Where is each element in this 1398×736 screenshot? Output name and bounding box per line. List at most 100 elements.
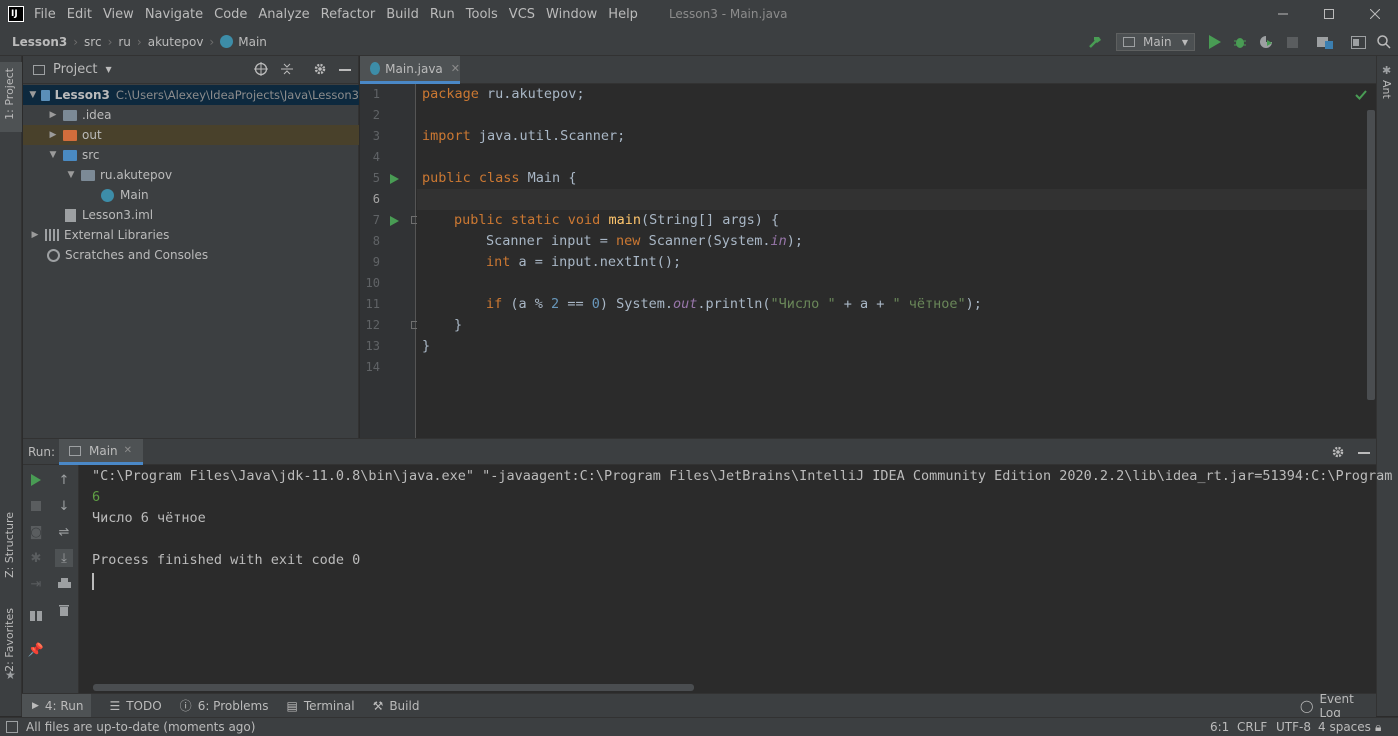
hide-panel-button[interactable] xyxy=(339,69,351,71)
stop-button[interactable] xyxy=(1285,33,1299,51)
tree-item-label: .idea xyxy=(82,108,112,122)
file-encoding[interactable]: UTF-8 xyxy=(1276,720,1311,734)
build-hammer-button[interactable] xyxy=(1087,33,1103,51)
maximize-button[interactable] xyxy=(1306,0,1352,28)
tree-item-out[interactable]: ▶ out xyxy=(23,125,359,145)
code-editor[interactable]: package ru.akutepov; import java.util.Sc… xyxy=(417,84,1375,438)
debug-button[interactable] xyxy=(1232,33,1248,51)
breadcrumb-separator-icon: › xyxy=(136,34,142,49)
run-settings-button[interactable] xyxy=(1331,445,1345,462)
editor-tab-main-java[interactable]: Main.java ✕ xyxy=(360,56,460,84)
debug-icon[interactable]: ✱ xyxy=(27,549,45,567)
run-main-gutter-button[interactable] xyxy=(390,215,399,229)
close-tab-icon[interactable]: ✕ xyxy=(124,445,132,456)
menu-vcs[interactable]: VCS xyxy=(509,7,535,22)
menu-code[interactable]: Code xyxy=(214,7,247,22)
breadcrumb-src[interactable]: src xyxy=(84,35,102,49)
tool-tab-terminal[interactable]: ▤ Terminal xyxy=(287,699,355,713)
menu-refactor[interactable]: Refactor xyxy=(321,7,376,22)
project-tool-tab[interactable]: 1: Project xyxy=(0,62,22,132)
breadcrumb-akutepov[interactable]: akutepov xyxy=(148,35,204,49)
search-icon xyxy=(1377,35,1391,49)
exit-icon[interactable]: ⇥ xyxy=(27,575,45,593)
tool-tab-label: 6: Problems xyxy=(197,698,269,713)
menu-view[interactable]: View xyxy=(103,7,134,22)
close-window-button[interactable] xyxy=(1352,0,1398,28)
run-button[interactable] xyxy=(1207,33,1223,51)
tree-item-main[interactable]: Main xyxy=(23,185,359,205)
structure-tool-tab[interactable]: Z: Structure xyxy=(3,512,16,578)
menu-edit[interactable]: Edit xyxy=(67,7,92,22)
tree-item-scratches[interactable]: Scratches and Consoles xyxy=(23,245,359,265)
chevron-down-icon[interactable]: ▼ xyxy=(105,65,111,74)
layout-icon[interactable] xyxy=(27,607,45,625)
search-everywhere-button[interactable] xyxy=(1376,33,1392,51)
breadcrumb-project[interactable]: Lesson3 xyxy=(12,35,67,49)
iml-file-icon xyxy=(65,208,76,222)
tree-item-idea[interactable]: ▶ .idea xyxy=(23,105,359,125)
chevron-down-icon: ▼ xyxy=(49,150,57,160)
tool-tab-run[interactable]: ▶ 4: Run xyxy=(22,694,92,717)
chevron-right-icon: ▶ xyxy=(31,230,39,240)
menu-window[interactable]: Window xyxy=(546,7,597,22)
project-settings-button[interactable] xyxy=(313,62,327,79)
lock-icon[interactable]: 🔒︎ xyxy=(1375,720,1381,735)
run-configuration-select[interactable]: Main ▼ xyxy=(1116,33,1195,51)
console-output[interactable]: "C:\Program Files\Java\jdk-11.0.8\bin\ja… xyxy=(80,465,1392,693)
tree-item-external-libraries[interactable]: ▶ External Libraries xyxy=(23,225,359,245)
run-class-gutter-button[interactable] xyxy=(390,173,399,187)
print-icon[interactable] xyxy=(55,575,73,593)
layout-button[interactable] xyxy=(1350,33,1366,51)
console-exit-line: Process finished with exit code 0 xyxy=(92,552,361,568)
tree-item-src[interactable]: ▼ src xyxy=(23,145,359,165)
scroll-down-icon[interactable]: ↓ xyxy=(55,497,73,515)
indent-setting[interactable]: 4 spaces xyxy=(1318,720,1371,734)
breadcrumb-ru[interactable]: ru xyxy=(118,35,131,49)
menu-help[interactable]: Help xyxy=(608,7,638,22)
run-tab-main[interactable]: Main ✕ xyxy=(59,439,143,465)
toggle-tool-windows-icon[interactable] xyxy=(6,721,18,733)
tree-item-project-root[interactable]: ▼ Lesson3 C:\Users\Alexey\IdeaProjects\J… xyxy=(23,85,359,105)
caret-row-highlight xyxy=(417,189,1367,210)
camera-icon[interactable]: ◙ xyxy=(27,523,45,541)
tool-tab-problems[interactable]: ⓘ 6: Problems xyxy=(180,697,269,714)
line-separator[interactable]: CRLF xyxy=(1237,720,1267,734)
coverage-button[interactable] xyxy=(1258,33,1274,51)
project-panel-title[interactable]: Project xyxy=(53,62,97,77)
hide-run-panel-button[interactable] xyxy=(1358,452,1370,454)
tool-tab-build[interactable]: ⚒ Build xyxy=(373,699,420,713)
menu-run[interactable]: Run xyxy=(430,7,455,22)
minimize-button[interactable] xyxy=(1260,0,1306,28)
scroll-to-end-icon[interactable]: ⤓ xyxy=(55,549,73,567)
application-config-icon xyxy=(69,445,81,456)
stop-button[interactable] xyxy=(27,497,45,515)
project-structure-button[interactable] xyxy=(1316,33,1334,51)
event-log-button[interactable]: ◯ Event Log xyxy=(1300,692,1376,720)
menu-build[interactable]: Build xyxy=(386,7,419,22)
pin-icon[interactable]: 📌 xyxy=(27,641,45,659)
locate-file-button[interactable] xyxy=(254,62,268,79)
favorites-tool-tab[interactable]: 2: Favorites xyxy=(3,608,16,672)
menu-file[interactable]: File xyxy=(34,7,56,22)
rerun-button[interactable] xyxy=(27,471,45,489)
tree-item-iml[interactable]: Lesson3.iml xyxy=(23,205,359,225)
collapse-all-button[interactable] xyxy=(280,62,294,79)
menu-tools[interactable]: Tools xyxy=(466,7,498,22)
menu-navigate[interactable]: Navigate xyxy=(145,7,203,22)
trash-icon[interactable] xyxy=(55,601,73,619)
menu-analyze[interactable]: Analyze xyxy=(258,7,309,22)
console-horizontal-scrollbar[interactable] xyxy=(93,684,694,691)
console-caret xyxy=(92,573,94,590)
editor-scrollbar[interactable] xyxy=(1367,110,1375,400)
ant-tool-tab[interactable]: Ant xyxy=(1380,80,1393,99)
libraries-icon xyxy=(45,229,59,241)
soft-wrap-icon[interactable]: ⇌ xyxy=(55,523,73,541)
scroll-up-icon[interactable]: ↑ xyxy=(55,471,73,489)
tool-tab-todo[interactable]: ☰ TODO xyxy=(109,699,161,713)
breadcrumb-main[interactable]: Main xyxy=(238,35,267,49)
tree-item-path: C:\Users\Alexey\IdeaProjects\Java\Lesson… xyxy=(115,88,359,102)
caret-position[interactable]: 6:1 xyxy=(1210,720,1229,734)
close-tab-icon[interactable]: ✕ xyxy=(451,62,460,75)
tree-item-package[interactable]: ▼ ru.akutepov xyxy=(23,165,359,185)
maximize-icon xyxy=(1324,9,1334,19)
